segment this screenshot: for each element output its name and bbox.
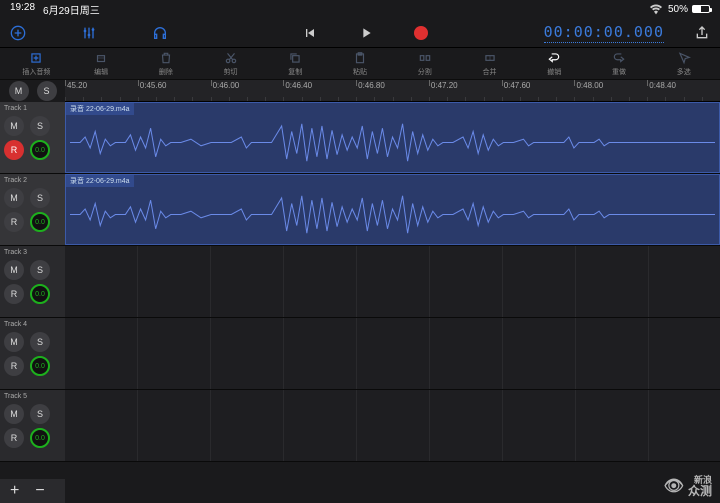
battery-icon (692, 5, 710, 13)
track-name: Track 4 (4, 321, 61, 328)
split-button[interactable]: 分割 (392, 51, 457, 77)
track-name: Track 3 (4, 249, 61, 256)
track-lane[interactable] (65, 318, 720, 389)
wifi-icon (648, 1, 664, 17)
edit-button[interactable]: 编辑 (69, 51, 134, 77)
status-date: 6月29日周三 (43, 2, 100, 17)
delete-button[interactable]: 删除 (133, 51, 198, 77)
status-time: 19:28 (10, 2, 35, 17)
level-meter: 0.0 (30, 140, 50, 160)
level-meter: 0.0 (30, 356, 50, 376)
timeline-ruler[interactable]: M S 45.20 0:45.60 0:46.00 0:46.40 0:46.8… (65, 80, 720, 102)
track-lane[interactable] (65, 246, 720, 317)
insert-audio-button[interactable]: 插入音频 (4, 51, 69, 77)
undo-button[interactable]: 撤销 (522, 51, 587, 77)
track-lane[interactable]: 录音 22-06-29.m4a (65, 174, 720, 245)
track-row: Track 5 M S R 0.0 (0, 390, 720, 462)
track-name: Track 2 (4, 177, 61, 184)
track-name: Track 5 (4, 393, 61, 400)
mute-button[interactable]: M (4, 188, 24, 208)
arm-record-button[interactable]: R (4, 140, 24, 160)
track-add-remove-bar: + − (0, 479, 65, 503)
track-name: Track 1 (4, 105, 61, 112)
master-mute-button[interactable]: M (9, 81, 29, 101)
multiselect-button[interactable]: 多选 (651, 51, 716, 77)
status-bar: 19:28 6月29日周三 50% (0, 0, 720, 18)
sliders-icon[interactable] (81, 25, 97, 41)
solo-button[interactable]: S (30, 188, 50, 208)
track-row: Track 4 M S R 0.0 (0, 318, 720, 390)
add-icon[interactable] (10, 25, 26, 41)
track-lane[interactable]: 录音 22-06-29.m4a (65, 102, 720, 173)
track-header[interactable]: Track 3 M S R 0.0 (0, 246, 65, 317)
solo-button[interactable]: S (30, 332, 50, 352)
track-row: Track 2 M S R 0.0 录音 22-06-29.m4a (0, 174, 720, 246)
paste-button[interactable]: 粘贴 (328, 51, 393, 77)
audio-clip[interactable]: 录音 22-06-29.m4a (65, 102, 720, 173)
track-header[interactable]: Track 1 M S R 0.0 (0, 102, 65, 173)
solo-button[interactable]: S (30, 404, 50, 424)
watermark: 👁 新浪 众测 (664, 476, 712, 497)
copy-button[interactable]: 复制 (263, 51, 328, 77)
transport-bar: 00:00:00.000 (0, 18, 720, 48)
tracks-area: Track 1 M S R 0.0 录音 22-06-29.m4a Track … (0, 102, 720, 479)
share-icon[interactable] (694, 25, 710, 41)
track-lane[interactable] (65, 390, 720, 461)
skip-back-icon[interactable] (302, 25, 318, 41)
redo-button[interactable]: 重做 (587, 51, 652, 77)
timecode-display[interactable]: 00:00:00.000 (544, 23, 664, 43)
level-meter: 0.0 (30, 284, 50, 304)
add-track-button[interactable]: + (10, 482, 19, 500)
mute-button[interactable]: M (4, 332, 24, 352)
arm-record-button[interactable]: R (4, 428, 24, 448)
level-meter: 0.0 (30, 212, 50, 232)
record-button[interactable] (414, 26, 428, 40)
master-solo-button[interactable]: S (37, 81, 57, 101)
track-row: Track 1 M S R 0.0 录音 22-06-29.m4a (0, 102, 720, 174)
waveform (70, 187, 715, 242)
clip-label: 录音 22-06-29.m4a (66, 103, 134, 115)
waveform (70, 115, 715, 170)
track-header[interactable]: Track 5 M S R 0.0 (0, 390, 65, 461)
mute-button[interactable]: M (4, 260, 24, 280)
cut-button[interactable]: 剪切 (198, 51, 263, 77)
merge-button[interactable]: 合并 (457, 51, 522, 77)
audio-clip[interactable]: 录音 22-06-29.m4a (65, 174, 720, 245)
solo-button[interactable]: S (30, 260, 50, 280)
battery-pct: 50% (668, 4, 688, 15)
track-row: Track 3 M S R 0.0 (0, 246, 720, 318)
mute-button[interactable]: M (4, 404, 24, 424)
solo-button[interactable]: S (30, 116, 50, 136)
track-header[interactable]: Track 4 M S R 0.0 (0, 318, 65, 389)
arm-record-button[interactable]: R (4, 284, 24, 304)
arm-record-button[interactable]: R (4, 356, 24, 376)
arm-record-button[interactable]: R (4, 212, 24, 232)
remove-track-button[interactable]: − (35, 482, 44, 500)
track-header[interactable]: Track 2 M S R 0.0 (0, 174, 65, 245)
clip-label: 录音 22-06-29.m4a (66, 175, 134, 187)
mute-button[interactable]: M (4, 116, 24, 136)
eye-icon: 👁 (664, 479, 684, 495)
edit-toolbar: 插入音频 编辑 删除 剪切 复制 粘贴 分割 合并 撤销 重做 多选 (0, 48, 720, 80)
play-icon[interactable] (358, 25, 374, 41)
headphones-icon[interactable] (152, 25, 168, 41)
level-meter: 0.0 (30, 428, 50, 448)
